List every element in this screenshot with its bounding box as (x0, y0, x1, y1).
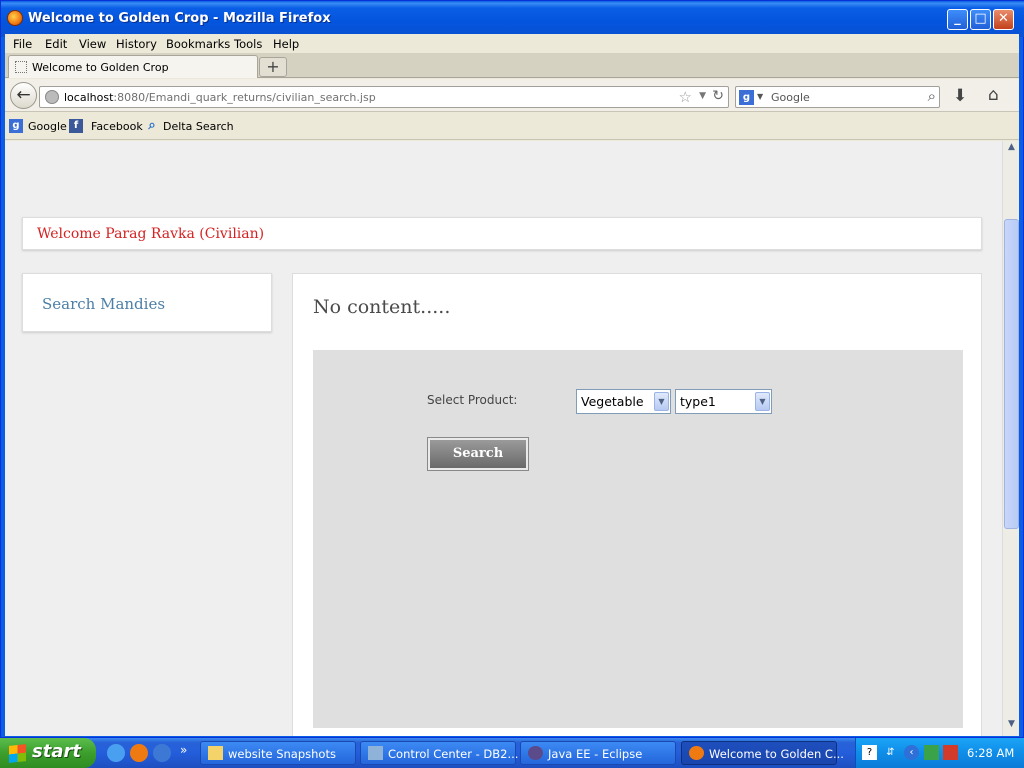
task-label: Welcome to Golden C... (709, 747, 844, 761)
select-product-label: Select Product: (427, 393, 518, 407)
start-label: start (32, 741, 81, 762)
page-title: No content..... (313, 296, 451, 318)
close-button[interactable]: ✕ (993, 9, 1014, 30)
menu-edit[interactable]: Edit (45, 37, 67, 51)
internet-explorer-icon[interactable] (107, 744, 125, 762)
welcome-text: Welcome Parag Ravka (Civilian) (37, 226, 265, 242)
tab-label: Welcome to Golden Crop (32, 61, 169, 74)
search-magnifier-icon[interactable]: ⌕ (928, 87, 936, 105)
scroll-up-icon[interactable]: ▲ (1004, 142, 1019, 157)
search-button[interactable]: Search (428, 438, 528, 470)
facebook-bookmark-icon: f (69, 119, 83, 133)
db2-icon (368, 746, 383, 760)
task-label: Control Center - DB2... (388, 747, 519, 761)
task-label: Java EE - Eclipse (548, 747, 643, 761)
welcome-banner: Welcome Parag Ravka (Civilian) (22, 217, 982, 250)
url-host: localhost (64, 91, 114, 104)
downloads-icon[interactable]: ⬇ (953, 86, 967, 106)
vertical-scrollbar[interactable]: ▲ ▼ (1002, 141, 1019, 736)
url-path: :8080/Emandi_quark_returns/civilian_sear… (113, 91, 376, 104)
maximize-button[interactable]: □ (970, 9, 991, 30)
tab-active[interactable]: Welcome to Golden Crop (8, 55, 258, 78)
browser-client-area: File Edit View History Bookmarks Tools H… (5, 34, 1019, 736)
site-identity-icon[interactable] (45, 90, 59, 104)
chevron-down-icon[interactable]: ▼ (755, 392, 770, 411)
type-select-value: type1 (680, 394, 716, 409)
menu-history[interactable]: History (116, 37, 157, 51)
menu-bookmarks[interactable]: Bookmarks (166, 37, 230, 51)
folder-icon (208, 746, 223, 760)
minimize-button[interactable]: _ (947, 9, 968, 30)
task-website-snapshots[interactable]: website Snapshots (200, 741, 356, 765)
navigation-toolbar: ← localhost:8080/Emandi_quark_returns/ci… (5, 79, 1019, 112)
firefox-logo-icon (7, 10, 23, 26)
sidebar: Search Mandies (22, 273, 272, 332)
task-label: website Snapshots (228, 747, 336, 761)
firefox-quicklaunch-icon[interactable] (130, 744, 148, 762)
new-tab-button[interactable]: + (259, 57, 287, 77)
expand-tray-icon[interactable]: ‹ (904, 745, 919, 760)
search-bar[interactable]: g ▼ Google ⌕ (735, 86, 940, 108)
menu-help[interactable]: Help (273, 37, 299, 51)
quicklaunch-more-icon[interactable]: » (180, 743, 187, 757)
scroll-thumb[interactable] (1004, 219, 1019, 529)
page-favicon-icon (15, 61, 27, 73)
tray-security-icon[interactable] (943, 745, 958, 760)
windows-taskbar: start » website Snapshots Control Center… (0, 738, 1024, 768)
menu-bar: File Edit View History Bookmarks Tools H… (5, 34, 1019, 53)
clock: 6:28 AM (967, 746, 1015, 760)
engine-dropdown-icon[interactable]: ▼ (757, 92, 763, 101)
home-icon[interactable]: ⌂ (988, 85, 999, 105)
eclipse-icon (528, 746, 543, 760)
category-select[interactable]: Vegetable ▼ (576, 389, 671, 414)
bookmarks-toolbar: g Google f Facebook ⌕ Delta Search (5, 113, 1019, 140)
address-bar[interactable]: localhost:8080/Emandi_quark_returns/civi… (39, 86, 729, 108)
main-content: No content..... Select Product: Vegetabl… (292, 273, 982, 736)
reload-icon[interactable]: ↻ (712, 88, 724, 104)
delta-search-icon: ⌕ (148, 118, 156, 133)
tray-app-icon[interactable] (924, 745, 939, 760)
firefox-icon (689, 746, 704, 760)
back-button[interactable]: ← (10, 82, 37, 109)
network-icon[interactable]: ⇵ (883, 745, 898, 760)
chevron-down-icon[interactable]: ▼ (654, 392, 669, 411)
scroll-down-icon[interactable]: ▼ (1004, 719, 1019, 734)
search-form: Select Product: Vegetable ▼ type1 ▼ Sear… (313, 350, 963, 728)
menu-view[interactable]: View (79, 37, 106, 51)
history-dropdown-icon[interactable]: ▼ (699, 91, 706, 101)
url-text: localhost:8080/Emandi_quark_returns/civi… (64, 91, 376, 104)
system-tray: ? ⇵ ‹ 6:28 AM (855, 738, 1024, 768)
category-select-value: Vegetable (581, 394, 644, 409)
google-engine-icon[interactable]: g (739, 90, 754, 105)
bookmark-delta-search[interactable]: Delta Search (163, 120, 234, 133)
help-icon[interactable]: ? (862, 745, 877, 760)
menu-tools[interactable]: Tools (234, 37, 262, 51)
start-button[interactable]: start (0, 738, 96, 768)
search-placeholder: Google (771, 91, 810, 104)
menu-file[interactable]: File (13, 37, 32, 51)
task-eclipse[interactable]: Java EE - Eclipse (520, 741, 676, 765)
search-mandies-link[interactable]: Search Mandies (42, 295, 165, 313)
web-page: Welcome Parag Ravka (Civilian) Search Ma… (5, 141, 1002, 736)
task-control-center[interactable]: Control Center - DB2... (360, 741, 519, 765)
task-firefox[interactable]: Welcome to Golden C... (681, 741, 844, 765)
google-bookmark-icon: g (9, 119, 23, 133)
bookmark-google[interactable]: Google (28, 120, 67, 133)
browser-window: Welcome to Golden Crop - Mozilla Firefox… (0, 0, 1024, 738)
windows-logo-icon (9, 744, 26, 763)
window-title: Welcome to Golden Crop - Mozilla Firefox (28, 11, 331, 26)
title-bar[interactable]: Welcome to Golden Crop - Mozilla Firefox… (1, 1, 1024, 37)
bookmark-facebook[interactable]: Facebook (91, 120, 143, 133)
quicklaunch-app-icon[interactable] (153, 744, 171, 762)
bookmark-star-icon[interactable]: ☆ (679, 88, 692, 106)
tab-strip: Welcome to Golden Crop + (5, 53, 1019, 78)
type-select[interactable]: type1 ▼ (675, 389, 772, 414)
